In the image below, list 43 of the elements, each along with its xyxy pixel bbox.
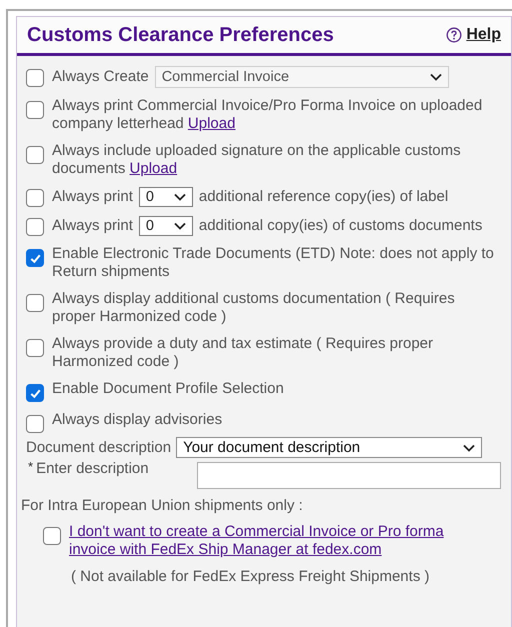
option-label: Enable Document Profile Selection: [52, 380, 285, 398]
checkbox[interactable]: [26, 101, 44, 119]
checkbox[interactable]: [26, 189, 44, 207]
option-label: Always print: [52, 217, 133, 235]
help-link[interactable]: Help: [466, 26, 501, 44]
checkbox[interactable]: [26, 415, 44, 433]
option-label: additional reference copy(ies) of label: [198, 188, 448, 206]
checkbox[interactable]: [26, 249, 44, 267]
checkbox[interactable]: [26, 339, 44, 357]
option-label: Always print Commercial Invoice/Pro Forma Invoice on uploaded company letterhead Upload: [52, 97, 484, 133]
checkbox[interactable]: [43, 527, 61, 545]
dropdown[interactable]: 0: [138, 216, 193, 236]
help-icon: [446, 27, 462, 43]
dropdown[interactable]: 0: [138, 187, 193, 207]
required-mark: *: [28, 460, 34, 476]
option-label: additional copy(ies) of customs documents: [198, 217, 482, 235]
chevron-icon: [463, 444, 476, 452]
chevron-icon: [430, 73, 442, 81]
chevron-icon: [174, 193, 186, 201]
checkbox[interactable]: [26, 218, 44, 236]
opt-out-link[interactable]: I don't want to create a Commercial Invoice or Pro forma invoice with FedEx Ship Manager at fedex.com: [69, 523, 468, 559]
option-label: Always print: [52, 188, 133, 206]
section-heading: For Intra European Union shipments only :: [21, 497, 304, 515]
option-label: Always display advisories: [52, 411, 224, 429]
checkbox[interactable]: [26, 384, 44, 402]
dropdown[interactable]: Commercial Invoice: [154, 66, 449, 88]
upload-link[interactable]: Upload: [130, 160, 178, 177]
option-label: Enable Electronic Trade Documents (ETD) Note: does not apply to Return shipments: [52, 245, 495, 281]
upload-link[interactable]: Upload: [188, 115, 236, 132]
option-label: Always provide a duty and tax estimate ( Requires proper Harmonized code ): [52, 335, 434, 371]
description-input[interactable]: [197, 462, 501, 489]
checkbox[interactable]: [26, 69, 44, 87]
panel-title: Customs Clearance Preferences: [27, 24, 334, 46]
field-label: Document description: [26, 438, 172, 456]
option-label: Always include uploaded signature on the applicable customs documents Upload: [52, 142, 462, 178]
note-text: ( Not available for FedEx Express Freight Shipments ): [70, 568, 430, 586]
chevron-icon: [174, 222, 186, 230]
option-label: Always display additional customs documentation ( Requires proper Harmonized code ): [52, 290, 456, 326]
checkbox[interactable]: [26, 294, 44, 312]
dropdown[interactable]: Your document description: [176, 437, 482, 458]
checkbox[interactable]: [26, 146, 44, 164]
option-label: Always Create: [52, 68, 149, 86]
field-label: Enter description: [36, 460, 149, 478]
